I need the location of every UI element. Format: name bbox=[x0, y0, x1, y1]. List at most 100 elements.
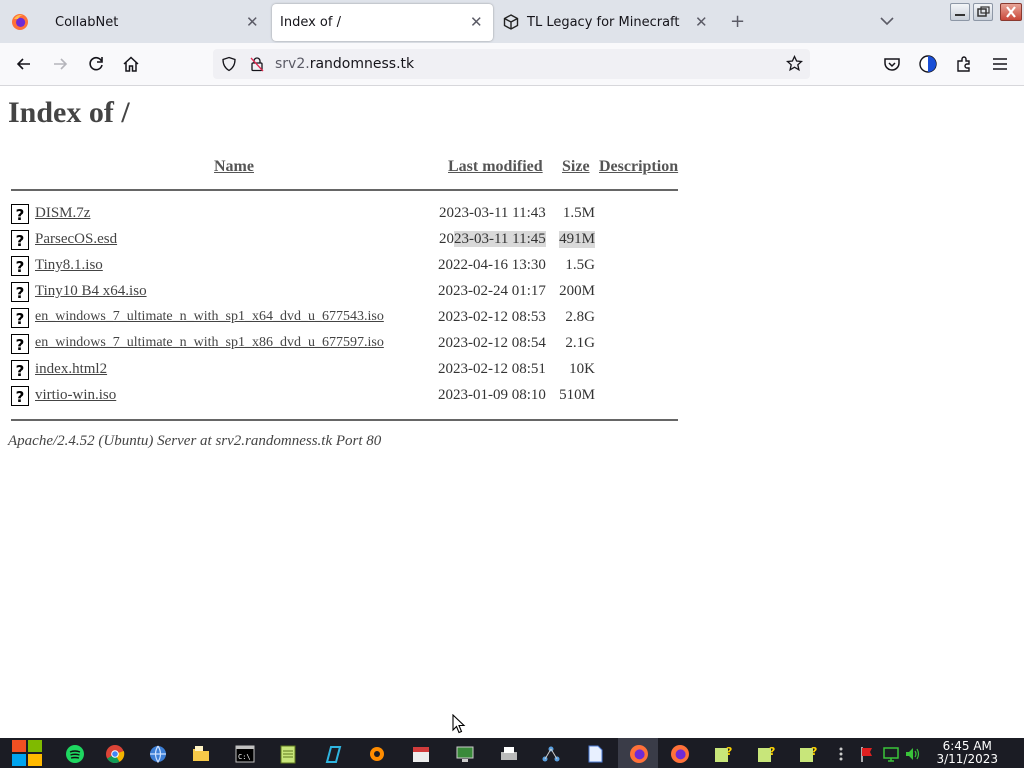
file-modified: 2023-02-12 08:54 bbox=[438, 335, 546, 351]
chrome-icon[interactable] bbox=[104, 743, 126, 765]
taskbar: C:\ ? ? ? 6:45 AM 3/11/2023 bbox=[0, 738, 1024, 768]
help-note-icon[interactable]: ? bbox=[797, 743, 819, 765]
file-modified: 2023-02-24 01:17 bbox=[438, 283, 546, 299]
firefox-icon[interactable] bbox=[628, 743, 650, 765]
file-size: 491M bbox=[559, 231, 595, 248]
unknown-file-icon: ? bbox=[11, 386, 29, 406]
directory-listing-page: Index of / Name Last modified Size Descr… bbox=[0, 86, 1024, 738]
cube-icon bbox=[503, 14, 519, 30]
help-note-icon[interactable]: ? bbox=[712, 743, 734, 765]
close-icon[interactable]: ✕ bbox=[695, 15, 708, 30]
file-link[interactable]: DISM.7z bbox=[35, 205, 90, 222]
file-link[interactable]: Tiny8.1.iso bbox=[35, 257, 103, 274]
file-link[interactable]: en_windows_7_ultimate_n_with_sp1_x86_dvd… bbox=[35, 335, 384, 351]
selected-text: 23-03-11 11:45 bbox=[454, 231, 546, 247]
file-link[interactable]: virtio-win.iso bbox=[35, 387, 116, 404]
table-row: ? en_windows_7_ultimate_n_with_sp1_x86_d… bbox=[11, 332, 678, 356]
reload-icon[interactable] bbox=[86, 54, 106, 74]
firefox-icon[interactable] bbox=[11, 13, 29, 31]
file-link[interactable]: en_windows_7_ultimate_n_with_sp1_x64_dvd… bbox=[35, 309, 384, 325]
firefox-icon[interactable] bbox=[669, 743, 691, 765]
table-row: ? DISM.7z 2023-03-11 11:43 1.5M bbox=[11, 202, 678, 226]
server-signature: Apache/2.4.52 (Ubuntu) Server at srv2.ra… bbox=[8, 433, 382, 449]
close-icon[interactable]: ✕ bbox=[246, 15, 259, 30]
remote-desktop-icon[interactable] bbox=[454, 743, 476, 765]
spotify-icon[interactable] bbox=[64, 743, 86, 765]
back-icon[interactable] bbox=[14, 54, 34, 74]
network-share-icon[interactable] bbox=[540, 743, 562, 765]
file-size: 510M bbox=[559, 387, 595, 403]
file-link[interactable]: ParsecOS.esd bbox=[35, 231, 117, 248]
file-size: 2.8G bbox=[565, 309, 595, 325]
tab-strip: CollabNet ✕ Index of / ✕ TL Legacy for M… bbox=[0, 0, 1024, 43]
avast-icon[interactable] bbox=[366, 743, 388, 765]
file-modified: 2023-03-11 11:45 bbox=[439, 231, 546, 248]
column-header-size[interactable]: Size bbox=[562, 158, 590, 176]
url-prefix: srv2. bbox=[275, 56, 310, 72]
restore-button[interactable] bbox=[973, 3, 993, 21]
url-text[interactable]: srv2.randomness.tk bbox=[275, 56, 414, 72]
overflow-menu-icon[interactable] bbox=[834, 743, 848, 765]
address-bar[interactable]: srv2.randomness.tk bbox=[213, 49, 810, 79]
file-modified: 2023-02-12 08:53 bbox=[438, 309, 546, 325]
help-note-icon[interactable]: ? bbox=[755, 743, 777, 765]
extension-icon[interactable] bbox=[918, 54, 938, 74]
file-modified: 2023-01-09 08:10 bbox=[438, 387, 546, 403]
chevron-down-icon[interactable] bbox=[879, 14, 895, 28]
network-globe-icon[interactable] bbox=[147, 743, 169, 765]
bookmark-star-icon[interactable] bbox=[786, 55, 803, 72]
svg-text:?: ? bbox=[16, 284, 25, 302]
unknown-file-icon: ? bbox=[11, 334, 29, 354]
unknown-file-icon: ? bbox=[11, 230, 29, 250]
svg-text:?: ? bbox=[16, 362, 25, 380]
file-modified: 2023-02-12 08:51 bbox=[438, 361, 546, 377]
minimize-button[interactable] bbox=[950, 3, 970, 21]
unknown-file-icon: ? bbox=[11, 282, 29, 302]
tab-label: Index of / bbox=[280, 15, 341, 30]
new-tab-plus-icon[interactable]: + bbox=[730, 13, 745, 31]
printer-icon[interactable] bbox=[498, 743, 520, 765]
tab-collabnet[interactable]: CollabNet ✕ bbox=[42, 4, 270, 41]
lock-icon[interactable] bbox=[249, 56, 265, 72]
column-header-last-modified[interactable]: Last modified bbox=[448, 158, 543, 176]
menu-icon[interactable] bbox=[990, 54, 1010, 74]
action-center-flag-icon[interactable] bbox=[858, 743, 876, 765]
tab-tl-legacy[interactable]: TL Legacy for Minecraft ✕ bbox=[497, 4, 718, 41]
table-row: ? Tiny10 B4 x64.iso 2023-02-24 01:17 200… bbox=[11, 280, 678, 304]
network-status-icon[interactable] bbox=[882, 743, 900, 765]
tab-index-of[interactable]: Index of / ✕ bbox=[272, 4, 493, 41]
table-row: ? en_windows_7_ultimate_n_with_sp1_x64_d… bbox=[11, 306, 678, 330]
table-row: ? ParsecOS.esd 2023-03-11 11:45 491M bbox=[11, 228, 678, 252]
pocket-icon[interactable] bbox=[882, 54, 902, 74]
close-icon[interactable]: ✕ bbox=[470, 15, 483, 30]
system-clock[interactable]: 6:45 AM 3/11/2023 bbox=[936, 740, 998, 766]
file-modified-prefix: 20 bbox=[439, 231, 454, 247]
column-header-name[interactable]: Name bbox=[214, 158, 254, 176]
close-window-button[interactable] bbox=[1000, 3, 1022, 21]
file-explorer-icon[interactable] bbox=[190, 743, 212, 765]
editor-icon[interactable] bbox=[322, 743, 344, 765]
start-button-windows-icon[interactable] bbox=[10, 738, 44, 768]
svg-text:?: ? bbox=[811, 745, 817, 758]
file-size: 1.5G bbox=[565, 257, 595, 273]
shield-icon[interactable] bbox=[221, 56, 237, 72]
puzzle-icon[interactable] bbox=[954, 54, 974, 74]
volume-icon[interactable] bbox=[904, 743, 922, 765]
home-icon[interactable] bbox=[121, 54, 141, 74]
forward-icon[interactable] bbox=[50, 54, 70, 74]
calendar-app-icon[interactable] bbox=[410, 743, 432, 765]
svg-text:?: ? bbox=[726, 745, 732, 758]
document-icon[interactable] bbox=[584, 743, 606, 765]
unknown-file-icon: ? bbox=[11, 256, 29, 276]
svg-text:?: ? bbox=[16, 206, 25, 224]
notepad-icon[interactable] bbox=[277, 743, 299, 765]
column-header-description[interactable]: Description bbox=[599, 158, 678, 176]
unknown-file-icon: ? bbox=[11, 308, 29, 328]
file-link[interactable]: Tiny10 B4 x64.iso bbox=[35, 283, 147, 300]
file-size: 1.5M bbox=[562, 205, 595, 221]
svg-text:?: ? bbox=[16, 258, 25, 276]
file-link[interactable]: index.html2 bbox=[35, 361, 107, 378]
unknown-file-icon: ? bbox=[11, 360, 29, 380]
file-size: 2.1G bbox=[565, 335, 595, 351]
command-prompt-icon[interactable]: C:\ bbox=[234, 743, 256, 765]
